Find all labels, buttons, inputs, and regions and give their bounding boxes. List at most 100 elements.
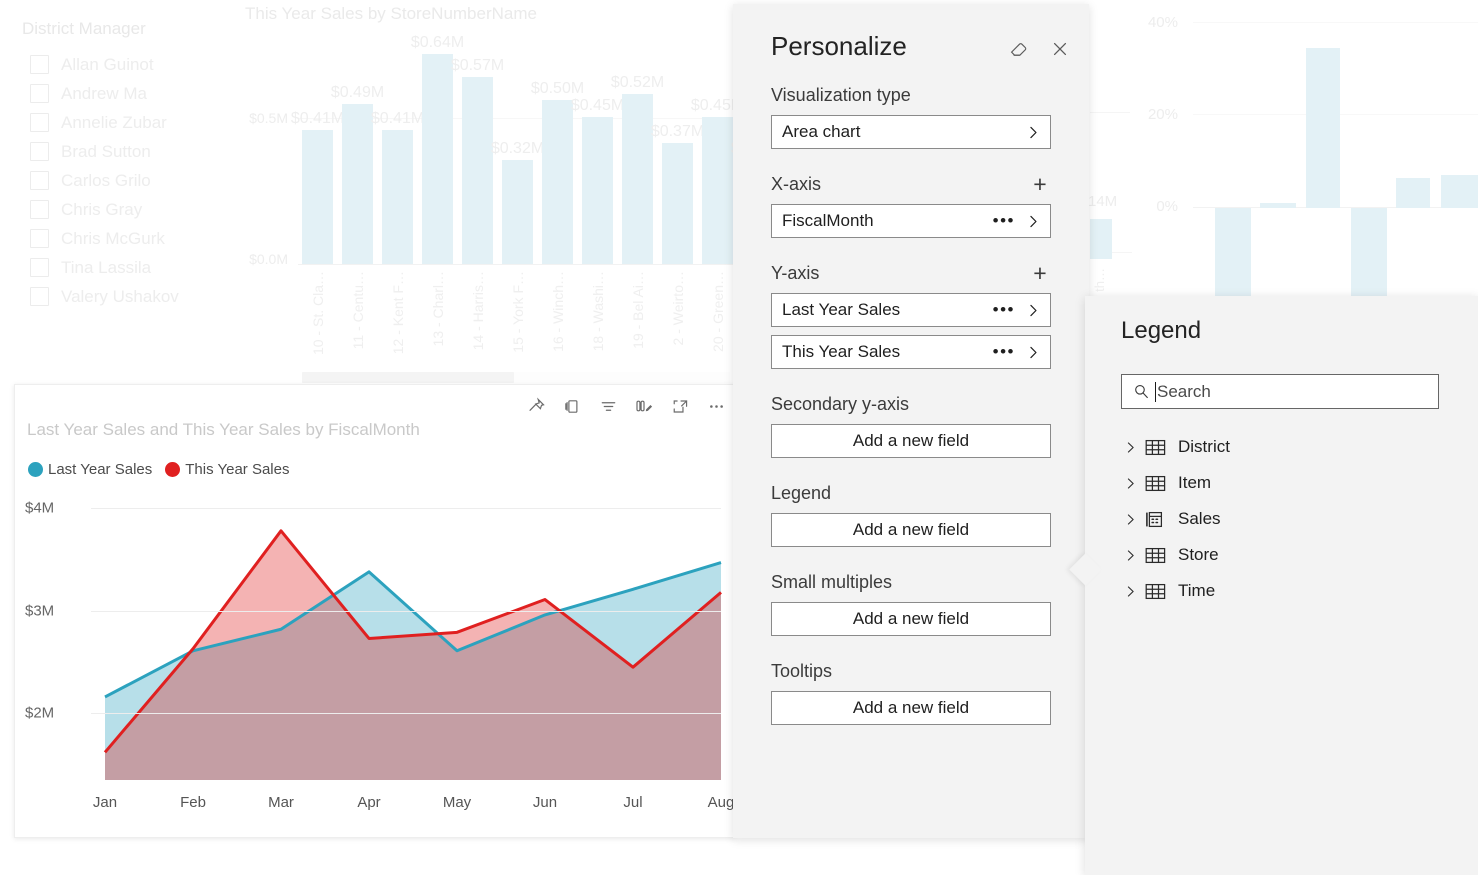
bar-column[interactable]: $0.49M 11 - Centu… — [331, 28, 384, 350]
field-tree-node[interactable]: District — [1121, 429, 1466, 465]
field-tree-node[interactable]: Store — [1121, 537, 1466, 573]
add-a-new-field-button[interactable]: Add a new field — [771, 602, 1051, 636]
field-tree[interactable]: District Item Sales Store Time — [1121, 429, 1466, 609]
slicer-item[interactable]: Andrew Ma — [30, 79, 220, 108]
slicer-list[interactable]: Allan Guinot Andrew Ma Annelie Zubar Bra… — [30, 50, 220, 311]
slicer-item[interactable]: Valery Ushakov — [30, 282, 220, 311]
field-tree-node[interactable]: Item — [1121, 465, 1466, 501]
personalize-body[interactable]: Visualization type Area chart X-axis + Fisca… — [733, 80, 1089, 838]
checkbox-icon[interactable] — [30, 171, 49, 190]
bar-column[interactable]: $0.37M 2 - Weirto… — [651, 28, 704, 345]
slicer-item[interactable]: Chris McGurk — [30, 224, 220, 253]
chevron-right-icon[interactable] — [1121, 584, 1139, 599]
field-more-options-icon[interactable]: ••• — [993, 342, 1015, 362]
checkbox-icon[interactable] — [30, 258, 49, 277]
bar-rect[interactable] — [422, 54, 453, 265]
filter-icon[interactable] — [597, 395, 619, 417]
field-tree-node[interactable]: Sales — [1121, 501, 1466, 537]
pct-bar[interactable] — [1351, 208, 1387, 310]
pin-icon[interactable] — [525, 395, 547, 417]
legend-item-label: Last Year Sales — [48, 461, 153, 478]
bar-rect[interactable] — [622, 93, 653, 265]
bar-rect[interactable] — [502, 159, 533, 265]
personalize-field[interactable]: Last Year Sales ••• — [771, 293, 1051, 327]
add-a-new-field-button[interactable]: Add a new field — [771, 513, 1051, 547]
legend-field-flyout[interactable]: Legend Search District Item Sales Store Time — [1069, 296, 1478, 875]
visual-header-toolbar[interactable] — [525, 390, 727, 422]
bar-column[interactable]: $0.64M 13 - Charl… — [411, 28, 464, 346]
field-search-input[interactable]: Search — [1121, 374, 1439, 409]
bar-rect[interactable] — [342, 103, 373, 265]
pct-bar[interactable] — [1215, 208, 1251, 310]
checkbox-icon[interactable] — [30, 287, 49, 306]
chevron-right-icon[interactable] — [1025, 344, 1042, 361]
add-a-new-field-button[interactable]: Add a new field — [771, 691, 1051, 725]
pct-bar[interactable] — [1306, 48, 1340, 208]
more-options-icon[interactable] — [705, 395, 727, 417]
personalize-field[interactable]: Area chart — [771, 115, 1051, 149]
pct-bar[interactable] — [1441, 175, 1478, 208]
bar-column[interactable]: $0.41M 12 - Kent F… — [371, 28, 424, 354]
field-more-options-icon[interactable]: ••• — [993, 300, 1015, 320]
slicer-item[interactable]: Tina Lassila — [30, 253, 220, 282]
slicer-item[interactable]: Brad Sutton — [30, 137, 220, 166]
checkbox-icon[interactable] — [30, 229, 49, 248]
personalize-icon[interactable] — [633, 395, 655, 417]
bar-rect[interactable] — [702, 116, 733, 265]
chevron-right-icon[interactable] — [1025, 124, 1042, 141]
bar-column[interactable]: $0.32M 15 - York F… — [491, 28, 544, 353]
bar-scrollbar-thumb[interactable] — [302, 372, 514, 383]
personalize-field[interactable]: FiscalMonth ••• — [771, 204, 1051, 238]
bar-column[interactable]: $0.41M 10 - St. Cla… — [291, 28, 344, 355]
checkbox-icon[interactable] — [30, 84, 49, 103]
add-field-plus-icon[interactable]: + — [1029, 172, 1051, 195]
add-field-plus-icon[interactable]: + — [1029, 261, 1051, 284]
district-manager-slicer[interactable]: District Manager Allan Guinot Andrew Ma … — [0, 8, 228, 318]
slicer-item[interactable]: Carlos Grilo — [30, 166, 220, 195]
bar-rect[interactable] — [582, 116, 613, 265]
checkbox-icon[interactable] — [30, 200, 49, 219]
personalize-panel[interactable]: Personalize Visualization type Area chart… — [733, 4, 1089, 838]
personalize-field[interactable]: This Year Sales ••• — [771, 335, 1051, 369]
chevron-right-icon[interactable] — [1025, 213, 1042, 230]
legend-item-this-year-sales[interactable]: This Year Sales — [165, 461, 289, 478]
pct-bar[interactable] — [1396, 178, 1430, 208]
bar-rect[interactable] — [542, 100, 573, 265]
personalize-group-header: Tooltips — [771, 656, 1051, 686]
chevron-right-icon[interactable] — [1121, 548, 1139, 563]
chevron-right-icon[interactable] — [1121, 440, 1139, 455]
checkbox-icon[interactable] — [30, 113, 49, 132]
store-sales-bar-visual[interactable]: This Year Sales by StoreNumberName $0.5M… — [228, 0, 738, 385]
copy-icon[interactable] — [561, 395, 583, 417]
checkbox-icon[interactable] — [30, 142, 49, 161]
percent-change-bar-visual[interactable]: 40% 20% 0% — [1098, 0, 1478, 310]
checkbox-icon[interactable] — [30, 55, 49, 74]
bar-rect[interactable] — [382, 130, 413, 265]
bar-column[interactable]: $0.57M 14 - Harris… — [451, 28, 504, 350]
field-more-options-icon[interactable]: ••• — [993, 211, 1015, 231]
bar-column[interactable]: $0.45M 20 - Green… — [691, 28, 738, 352]
chevron-right-icon[interactable] — [1121, 512, 1139, 527]
bar-rect[interactable] — [662, 143, 693, 265]
bar-column[interactable]: $0.50M 16 - Winch… — [531, 28, 584, 352]
bar-rect[interactable] — [302, 130, 333, 265]
bar-category-label: 20 - Green… — [709, 271, 726, 352]
field-tree-node[interactable]: Time — [1121, 573, 1466, 609]
bar-rect[interactable] — [462, 77, 493, 265]
focus-mode-icon[interactable] — [669, 395, 691, 417]
add-a-new-field-button[interactable]: Add a new field — [771, 424, 1051, 458]
slicer-item[interactable]: Chris Gray — [30, 195, 220, 224]
chevron-right-icon[interactable] — [1121, 476, 1139, 491]
eraser-icon[interactable] — [1005, 35, 1033, 63]
pct-bar[interactable] — [1260, 203, 1296, 208]
close-icon[interactable] — [1046, 35, 1074, 63]
visual-legend[interactable]: Last Year Sales This Year Sales — [28, 461, 289, 478]
area-chart-visual[interactable]: Last Year Sales and This Year Sales by F… — [14, 384, 736, 838]
legend-item-last-year-sales[interactable]: Last Year Sales — [28, 461, 152, 478]
bar-column[interactable]: $0.52M 19 - Bel Ai… — [611, 28, 664, 349]
area-plot-area[interactable]: $2M $3M $4M Jan Feb Mar Apr May Jun Jul Aug — [15, 490, 735, 837]
slicer-item[interactable]: Annelie Zubar — [30, 108, 220, 137]
chevron-right-icon[interactable] — [1025, 302, 1042, 319]
bar-column[interactable]: $0.45M 18 - Washi… — [571, 28, 624, 352]
slicer-item[interactable]: Allan Guinot — [30, 50, 220, 79]
